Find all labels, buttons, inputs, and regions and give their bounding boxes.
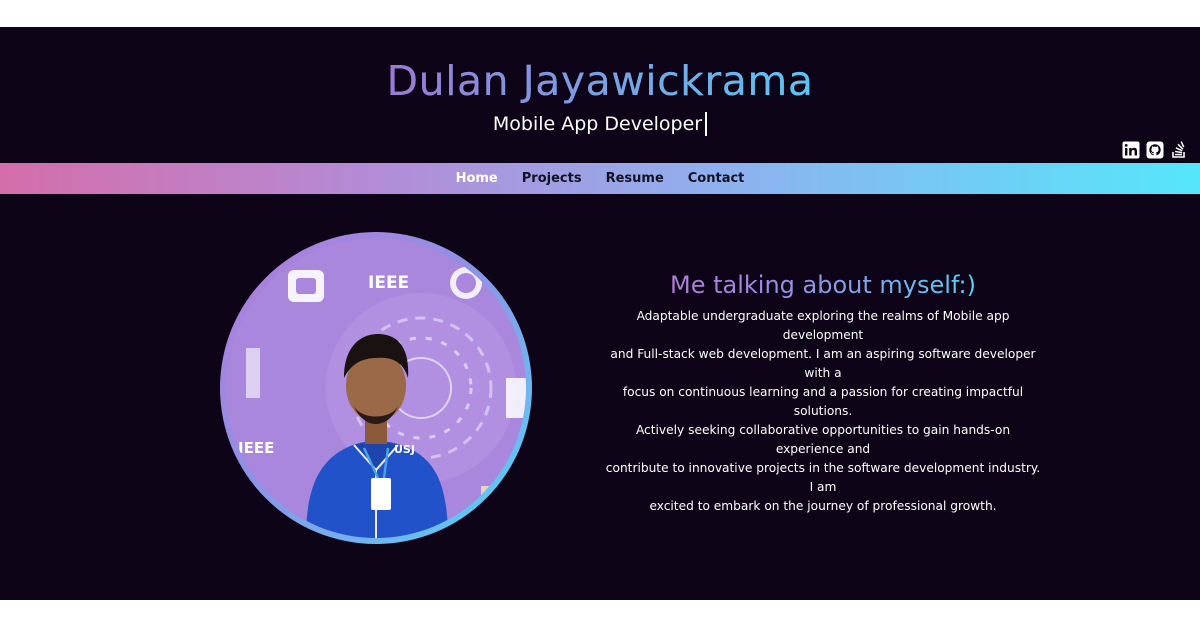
nav-projects[interactable]: Projects [510, 163, 594, 194]
nav-resume[interactable]: Resume [594, 163, 676, 194]
main-navbar: Home Projects Resume Contact [0, 163, 1200, 194]
social-links [1122, 141, 1188, 159]
linkedin-icon[interactable] [1122, 141, 1140, 159]
about-line: contribute to innovative projects in the… [605, 461, 1041, 494]
typing-cursor [705, 112, 708, 136]
stackoverflow-icon[interactable] [1170, 141, 1188, 159]
page-title: Dulan Jayawickrama [0, 56, 1200, 106]
profile-photo-illustration: IEEE IEEE USJ [226, 238, 526, 538]
about-paragraph: Adaptable undergraduate exploring the re… [604, 307, 1042, 516]
about-line: Adaptable undergraduate exploring the re… [636, 309, 1010, 342]
banner-ieee-text-2: IEEE [238, 439, 274, 457]
banner-ieee-text: IEEE [368, 273, 409, 293]
page-container: Dulan Jayawickrama Mobile App Developer … [0, 27, 1200, 600]
about-heading-text: Me talking about myself:) [670, 271, 976, 299]
subtitle-text: Mobile App Developer [492, 113, 703, 135]
site-title-text: Dulan Jayawickrama [386, 57, 814, 105]
about-heading: Me talking about myself:) [600, 268, 1046, 302]
nav-contact[interactable]: Contact [676, 163, 757, 194]
shirt-logo-text: USJ [394, 443, 415, 456]
profile-photo: IEEE IEEE USJ [226, 238, 526, 538]
typed-subtitle: Mobile App Developer [0, 112, 1200, 136]
github-icon[interactable] [1146, 141, 1164, 159]
nav-home[interactable]: Home [444, 163, 510, 194]
about-line: focus on continuous learning and a passi… [622, 385, 1024, 418]
about-line: excited to embark on the journey of prof… [649, 499, 997, 513]
profile-photo-frame: IEEE IEEE USJ [220, 232, 532, 544]
about-line: and Full-stack web development. I am an … [610, 347, 1036, 380]
about-line: Actively seeking collaborative opportuni… [635, 423, 1011, 456]
